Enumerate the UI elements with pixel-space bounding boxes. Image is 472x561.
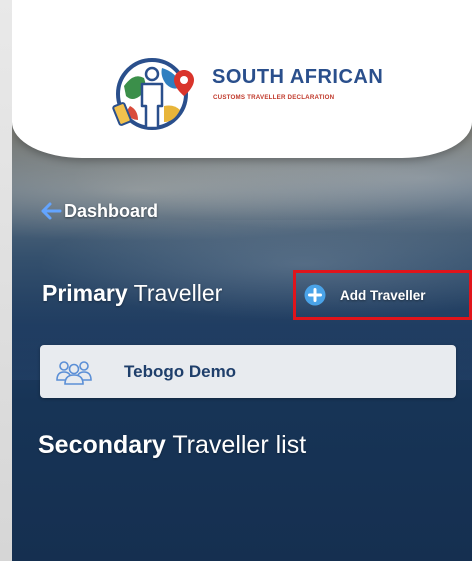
app-logo: SOUTH AFRICAN CUSTOMS TRAVELLER DECLARAT…: [104, 44, 404, 140]
group-icon: [56, 360, 92, 385]
primary-traveller-heading: Primary Traveller: [42, 280, 222, 307]
primary-heading-light: Traveller: [133, 280, 223, 306]
secondary-traveller-heading: Secondary Traveller list: [38, 431, 306, 460]
plus-circle-icon: [304, 284, 326, 306]
app-screen: SOUTH AFRICAN CUSTOMS TRAVELLER DECLARAT…: [12, 0, 472, 561]
add-traveller-button[interactable]: Add Traveller: [293, 270, 472, 320]
left-edge-strip: [0, 0, 12, 561]
traveller-emblem-icon: [112, 58, 194, 130]
secondary-heading-light: Traveller list: [172, 431, 307, 459]
arrow-left-icon: [41, 202, 62, 220]
secondary-heading-strong: Secondary: [38, 431, 166, 459]
back-to-dashboard-link[interactable]: Dashboard: [40, 198, 158, 224]
traveller-name: Tebogo Demo: [124, 361, 237, 381]
brand-title: SOUTH AFRICAN: [212, 66, 384, 88]
add-traveller-label: Add Traveller: [340, 287, 426, 303]
app-header: SOUTH AFRICAN CUSTOMS TRAVELLER DECLARAT…: [12, 0, 472, 158]
back-label: Dashboard: [64, 200, 159, 221]
brand-subtitle: CUSTOMS TRAVELLER DECLARATION: [213, 94, 335, 101]
primary-traveller-item[interactable]: Tebogo Demo: [40, 345, 456, 398]
primary-heading-strong: Primary: [42, 280, 128, 306]
